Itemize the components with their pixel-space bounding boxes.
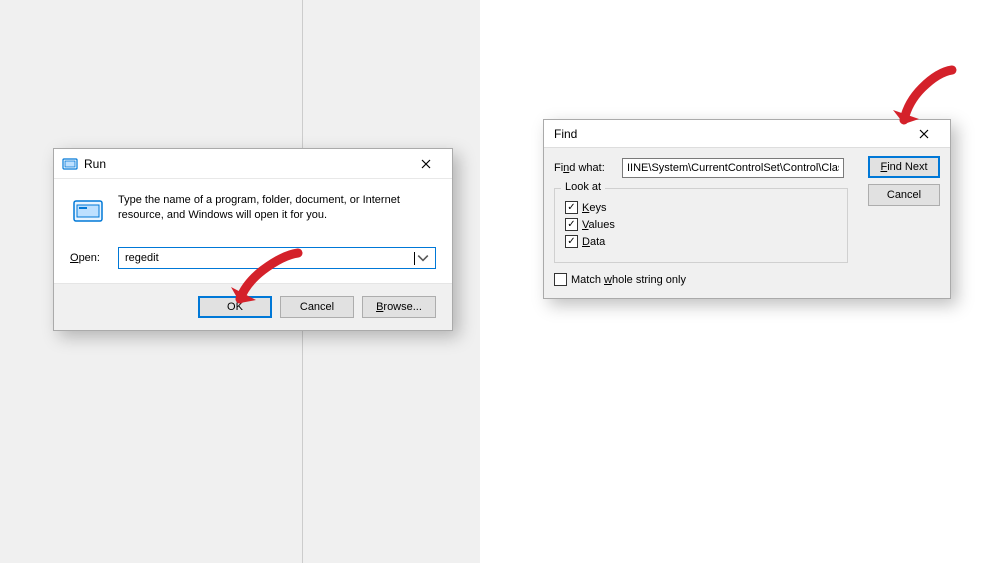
keys-checkbox-row[interactable]: Keys bbox=[565, 201, 837, 214]
find-dialog: Find Find what: Find Next Cancel Look at… bbox=[543, 119, 951, 299]
look-at-label: Look at bbox=[561, 181, 605, 193]
run-dialog: Run Type the name of a program, folder, … bbox=[53, 148, 453, 331]
run-description: Type the name of a program, folder, docu… bbox=[118, 193, 436, 229]
find-what-label: Find what: bbox=[554, 162, 614, 174]
values-checkbox-row[interactable]: Values bbox=[565, 218, 837, 231]
find-close-button[interactable] bbox=[904, 122, 944, 146]
run-body: Type the name of a program, folder, docu… bbox=[54, 179, 452, 283]
cancel-button[interactable]: Cancel bbox=[280, 296, 354, 318]
data-checkbox[interactable] bbox=[565, 235, 578, 248]
run-titlebar[interactable]: Run bbox=[54, 149, 452, 179]
run-open-combobox[interactable]: regedit bbox=[118, 247, 436, 269]
find-title: Find bbox=[554, 127, 904, 141]
browse-button[interactable]: Browse... bbox=[362, 296, 436, 318]
close-icon bbox=[421, 159, 431, 169]
match-whole-label: Match whole string only bbox=[571, 274, 686, 286]
run-program-icon bbox=[62, 156, 78, 172]
find-cancel-button[interactable]: Cancel bbox=[868, 184, 940, 206]
run-open-value: regedit bbox=[125, 252, 413, 264]
run-open-label: Open: bbox=[70, 252, 106, 264]
run-footer: OK Cancel Browse... bbox=[54, 283, 452, 330]
find-next-button[interactable]: Find Next bbox=[868, 156, 940, 178]
ok-button[interactable]: OK bbox=[198, 296, 272, 318]
match-whole-checkbox[interactable] bbox=[554, 273, 567, 286]
values-label: Values bbox=[582, 219, 615, 231]
dropdown-arrow-icon[interactable] bbox=[415, 250, 431, 266]
match-whole-row[interactable]: Match whole string only bbox=[554, 273, 940, 286]
run-big-icon bbox=[70, 193, 106, 229]
look-at-groupbox: Look at Keys Values Data bbox=[554, 188, 848, 263]
values-checkbox[interactable] bbox=[565, 218, 578, 231]
find-titlebar[interactable]: Find bbox=[544, 120, 950, 148]
data-checkbox-row[interactable]: Data bbox=[565, 235, 837, 248]
data-label: Data bbox=[582, 236, 605, 248]
find-what-input[interactable] bbox=[622, 158, 844, 178]
keys-label: Keys bbox=[582, 202, 606, 214]
find-body: Find what: Find Next Cancel Look at Keys… bbox=[544, 148, 950, 298]
run-close-button[interactable] bbox=[406, 152, 446, 176]
close-icon bbox=[919, 129, 929, 139]
keys-checkbox[interactable] bbox=[565, 201, 578, 214]
run-title: Run bbox=[84, 157, 406, 171]
